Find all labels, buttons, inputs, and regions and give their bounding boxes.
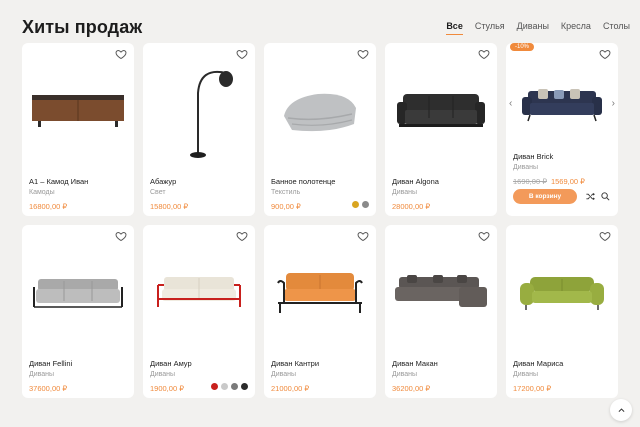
product-name[interactable]: Абажур: [150, 177, 176, 186]
product-image-sofa-fellini[interactable]: [28, 243, 128, 343]
product-image-sofa-kantri[interactable]: [270, 243, 370, 343]
product-category: Диваны: [513, 371, 539, 378]
product-category: Диваны: [271, 371, 297, 378]
product-image-lamp[interactable]: [149, 61, 249, 161]
product-card[interactable]: Диван Макан Диваны 36200,00 ₽: [385, 225, 497, 398]
product-price: 36200,00 ₽: [392, 384, 431, 393]
product-image-sofa-marisa[interactable]: [512, 243, 612, 343]
product-name[interactable]: А1 – Камод Иван: [29, 177, 88, 186]
heart-icon[interactable]: [236, 230, 248, 242]
product-price: 17200,00 ₽: [513, 384, 552, 393]
product-price: 1900,00 ₽: [150, 384, 184, 393]
product-price: 21000,00 ₽: [271, 384, 310, 393]
old-price: 1690,00 ₽: [513, 177, 547, 186]
shuffle-icon[interactable]: [585, 191, 596, 202]
product-name[interactable]: Диван Algona: [392, 177, 439, 186]
category-tabs: Все Стулья Диваны Кресла Столы: [434, 21, 630, 35]
product-card[interactable]: Диван Algona Диваны 28000,00 ₽: [385, 43, 497, 216]
product-grid: А1 – Камод Иван Камоды 16800,00 ₽ Абажур…: [22, 43, 618, 398]
product-card[interactable]: Диван Fellini Диваны 37600,00 ₽: [22, 225, 134, 398]
product-image-sofa-amur[interactable]: [149, 243, 249, 343]
product-price: 28000,00 ₽: [392, 202, 431, 211]
product-name[interactable]: Диван Кантри: [271, 359, 319, 368]
product-category: Диваны: [392, 189, 418, 196]
product-price: 37600,00 ₽: [29, 384, 68, 393]
heart-icon[interactable]: [599, 230, 611, 242]
product-category: Свет: [150, 189, 166, 196]
product-image-sofa-algona[interactable]: [391, 61, 491, 161]
product-name[interactable]: Диван Мариса: [513, 359, 563, 368]
product-price: 16800,00 ₽: [29, 202, 68, 211]
product-price: 900,00 ₽: [271, 202, 301, 211]
product-card[interactable]: Диван Амур Диваны 1900,00 ₽: [143, 225, 255, 398]
product-card[interactable]: Абажур Свет 15800,00 ₽: [143, 43, 255, 216]
product-image-sofa-makan[interactable]: [391, 243, 491, 343]
tab-all[interactable]: Все: [446, 21, 463, 35]
product-card[interactable]: Диван Мариса Диваны 17200,00 ₽: [506, 225, 618, 398]
heart-icon[interactable]: [478, 48, 490, 60]
heart-icon[interactable]: [115, 230, 127, 242]
product-category: Диваны: [150, 371, 176, 378]
color-swatch[interactable]: [211, 383, 218, 390]
product-card[interactable]: А1 – Камод Иван Камоды 16800,00 ₽: [22, 43, 134, 216]
product-image-commode[interactable]: [28, 61, 128, 161]
tab-tables[interactable]: Столы: [603, 21, 630, 35]
tab-armchairs[interactable]: Кресла: [561, 21, 591, 35]
product-price: 1569,00 ₽: [550, 177, 585, 186]
heart-icon[interactable]: [599, 48, 611, 60]
product-name[interactable]: Диван Fellini: [29, 359, 72, 368]
color-swatch[interactable]: [352, 201, 359, 208]
color-swatch[interactable]: [241, 383, 248, 390]
color-swatches: [211, 383, 248, 390]
page-title: Хиты продаж: [22, 17, 143, 37]
product-name[interactable]: Диван Brick: [513, 152, 553, 161]
color-swatch[interactable]: [231, 383, 238, 390]
section-header: Хиты продаж Все Стулья Диваны Кресла Сто…: [22, 14, 630, 44]
search-icon[interactable]: [600, 191, 611, 202]
product-card[interactable]: Диван Кантри Диваны 21000,00 ₽: [264, 225, 376, 398]
product-card-featured[interactable]: -10% ‹ › Диван Brick Диваны 1690,00 ₽156…: [506, 43, 618, 216]
chevron-right-icon[interactable]: ›: [612, 98, 615, 109]
product-category: Диваны: [392, 371, 418, 378]
product-price: 15800,00 ₽: [150, 202, 189, 211]
product-name[interactable]: Банное полотенце: [271, 177, 335, 186]
heart-icon[interactable]: [236, 48, 248, 60]
tab-sofas[interactable]: Диваны: [517, 21, 549, 35]
color-swatches: [352, 201, 369, 208]
discount-badge: -10%: [510, 43, 535, 51]
tab-chairs[interactable]: Стулья: [475, 21, 505, 35]
product-category: Камоды: [29, 189, 55, 196]
color-swatch[interactable]: [221, 383, 228, 390]
chevron-up-icon: [618, 407, 624, 412]
product-category: Текстиль: [271, 189, 301, 196]
add-to-cart-button[interactable]: В корзину: [513, 189, 577, 204]
heart-icon[interactable]: [115, 48, 127, 60]
product-card[interactable]: Банное полотенце Текстиль 900,00 ₽: [264, 43, 376, 216]
heart-icon[interactable]: [357, 230, 369, 242]
heart-icon[interactable]: [357, 48, 369, 60]
product-category: Диваны: [513, 164, 539, 171]
product-name[interactable]: Диван Амур: [150, 359, 192, 368]
product-image-towel[interactable]: [270, 61, 370, 161]
heart-icon[interactable]: [478, 230, 490, 242]
product-category: Диваны: [29, 371, 55, 378]
product-image-sofa-brick[interactable]: [512, 65, 612, 145]
product-name[interactable]: Диван Макан: [392, 359, 438, 368]
color-swatch[interactable]: [362, 201, 369, 208]
scroll-to-top-button[interactable]: [610, 399, 632, 421]
product-price-block: 1690,00 ₽1569,00 ₽: [513, 177, 585, 186]
